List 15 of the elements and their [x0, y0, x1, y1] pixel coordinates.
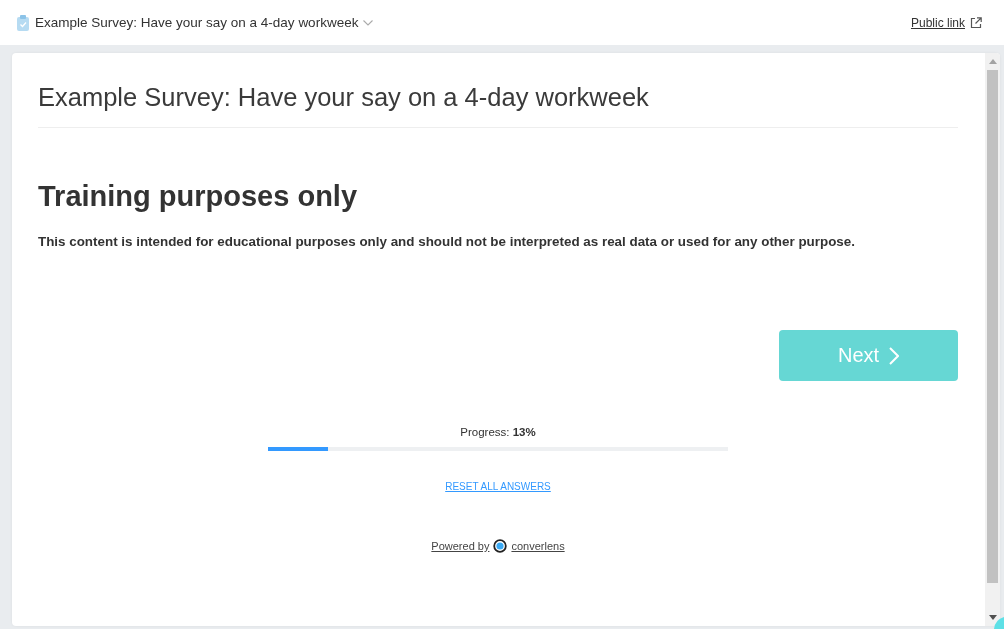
external-link-icon[interactable]	[970, 16, 982, 29]
clipboard-icon	[17, 14, 29, 31]
public-link[interactable]: Public link	[910, 15, 982, 30]
survey-title[interactable]: Example Survey: Have your say on a 4-day workweek	[35, 15, 359, 30]
scrollbar-thumb[interactable]	[987, 70, 998, 583]
powered-by-link[interactable]: Powered by converlens	[431, 538, 565, 554]
scroll-up-icon[interactable]	[988, 59, 997, 64]
progress-label: Progress: 13%	[460, 425, 536, 440]
page-heading: Training purposes only	[38, 179, 359, 214]
disclaimer-text: This content is intended for educational purposes only and should not be interpreted as real data or used for any other purpose.	[38, 233, 856, 251]
scroll-down-icon[interactable]	[988, 615, 997, 620]
logo-icon[interactable]	[493, 539, 508, 553]
chevron-right-icon[interactable]	[889, 346, 900, 365]
survey-title: Example Survey: Have your say on a 4-day workweek	[38, 81, 958, 128]
chevron-down-icon[interactable]	[363, 19, 374, 26]
